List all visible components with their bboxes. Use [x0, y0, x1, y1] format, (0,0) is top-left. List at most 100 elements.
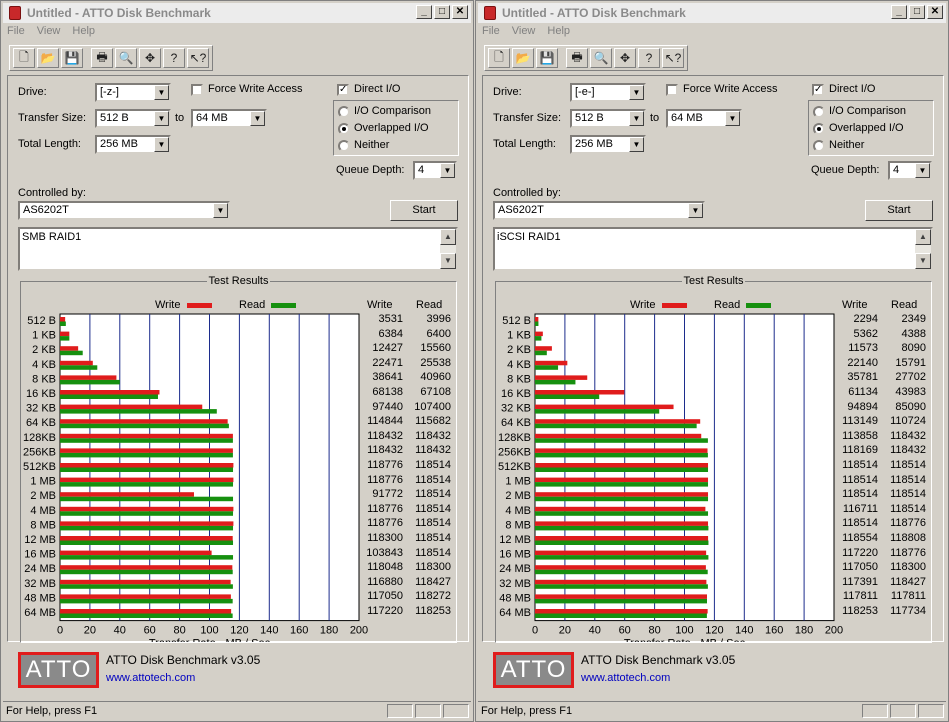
chevron-down-icon[interactable]: ▼ [250, 111, 265, 126]
x-tick-label: 80 [173, 625, 185, 637]
force-write-checkbox[interactable] [666, 84, 678, 96]
chevron-down-icon[interactable]: ▼ [154, 137, 169, 152]
chevron-down-icon[interactable]: ▼ [154, 111, 169, 126]
move-crosshair-icon[interactable]: ✥ [614, 48, 636, 68]
write-bar [60, 433, 233, 439]
transfer-to-select[interactable]: 64 MB ▼ [191, 109, 267, 128]
chevron-down-icon[interactable]: ▼ [629, 111, 644, 126]
scroll-down-icon[interactable]: ▼ [915, 253, 931, 269]
context-help-icon[interactable]: ↖? [662, 48, 684, 68]
controller-select[interactable]: AS6202T ▼ [18, 201, 230, 220]
chevron-down-icon[interactable]: ▼ [213, 203, 228, 218]
close-button[interactable]: ✕ [452, 5, 468, 19]
menu-help[interactable]: Help [547, 25, 570, 37]
total-length-select[interactable]: 256 MB ▼ [570, 135, 646, 154]
transfer-from-select[interactable]: 512 B ▼ [95, 109, 171, 128]
force-write-checkbox[interactable] [191, 84, 203, 96]
y-tick-label: 64 KB [26, 417, 56, 429]
move-crosshair-icon[interactable]: ✥ [139, 48, 161, 68]
atto-website-link[interactable]: www.attotech.com [106, 672, 195, 684]
new-file-icon[interactable]: 🗋 [488, 48, 510, 68]
printer-icon[interactable]: 🖶 [566, 48, 588, 68]
menu-view[interactable]: View [512, 25, 536, 37]
drive-select[interactable]: [-e-] ▼ [570, 83, 646, 102]
chevron-down-icon[interactable]: ▼ [725, 111, 740, 126]
read-value: 118514 [415, 502, 451, 515]
open-folder-icon[interactable]: 📂 [37, 48, 59, 68]
chevron-down-icon[interactable]: ▼ [688, 203, 703, 218]
write-bar [60, 492, 194, 497]
x-tick-label: 180 [795, 625, 813, 637]
menu-view[interactable]: View [37, 25, 61, 37]
description-textarea[interactable]: SMB RAID1 ▲ ▼ [18, 227, 458, 271]
chevron-down-icon[interactable]: ▼ [629, 137, 644, 152]
title-bar[interactable]: Untitled - ATTO Disk Benchmark _ □ ✕ [3, 3, 471, 23]
scroll-up-icon[interactable]: ▲ [915, 229, 931, 245]
drive-select[interactable]: [-z-] ▼ [95, 83, 171, 102]
io-comparison-radio[interactable] [813, 106, 825, 118]
transfer-from-select[interactable]: 512 B ▼ [570, 109, 646, 128]
close-button[interactable]: ✕ [927, 5, 943, 19]
read-bar [535, 365, 559, 370]
read-value: 85090 [895, 400, 926, 413]
menu-help[interactable]: Help [72, 25, 95, 37]
scroll-up-icon[interactable]: ▲ [440, 229, 456, 245]
save-disk-icon[interactable]: 💾 [61, 48, 83, 68]
y-tick-label: 512 B [502, 315, 531, 327]
start-button[interactable]: Start [865, 200, 933, 221]
chevron-down-icon[interactable]: ▼ [154, 85, 169, 100]
print-preview-icon[interactable]: 🔍 [115, 48, 137, 68]
description-textarea[interactable]: iSCSI RAID1 ▲ ▼ [493, 227, 933, 271]
title-bar[interactable]: Untitled - ATTO Disk Benchmark _ □ ✕ [478, 3, 946, 23]
chevron-down-icon[interactable]: ▼ [915, 163, 930, 178]
printer-icon[interactable]: 🖶 [91, 48, 113, 68]
help-question-icon[interactable]: ? [638, 48, 660, 68]
menu-file[interactable]: File [7, 25, 25, 37]
start-button[interactable]: Start [390, 200, 458, 221]
x-tick-label: 20 [559, 625, 571, 637]
total-length-select[interactable]: 256 MB ▼ [95, 135, 171, 154]
controller-select[interactable]: AS6202T ▼ [493, 201, 705, 220]
chevron-down-icon[interactable]: ▼ [629, 85, 644, 100]
queue-depth-select[interactable]: 4 ▼ [888, 161, 932, 180]
x-tick-label: 40 [114, 625, 126, 637]
scroll-down-icon[interactable]: ▼ [440, 253, 456, 269]
read-value: 118514 [890, 502, 926, 515]
read-bar [60, 555, 234, 560]
y-tick-label: 32 KB [26, 403, 56, 415]
overlapped-io-radio[interactable] [813, 123, 825, 135]
chevron-down-icon[interactable]: ▼ [440, 163, 455, 178]
maximize-button[interactable]: □ [909, 5, 925, 19]
menu-file[interactable]: File [482, 25, 500, 37]
read-value: 117811 [890, 590, 926, 603]
new-file-icon[interactable]: 🗋 [13, 48, 35, 68]
queue-depth-select[interactable]: 4 ▼ [413, 161, 457, 180]
read-bar [60, 496, 234, 502]
read-bar [535, 423, 697, 429]
overlapped-io-radio[interactable] [338, 123, 350, 135]
direct-io-checkbox[interactable]: ✓ [337, 84, 349, 96]
context-help-icon[interactable]: ↖? [187, 48, 209, 68]
neither-radio[interactable] [338, 140, 350, 152]
transfer-to-select[interactable]: 64 MB ▼ [666, 109, 742, 128]
minimize-button[interactable]: _ [416, 5, 432, 19]
to-label: to [175, 112, 185, 124]
description-scrollbar[interactable]: ▲ ▼ [440, 229, 456, 269]
x-tick-label: 140 [260, 625, 278, 637]
atto-website-link[interactable]: www.attotech.com [581, 672, 670, 684]
maximize-button[interactable]: □ [434, 5, 450, 19]
write-bar [60, 346, 79, 351]
direct-io-checkbox[interactable]: ✓ [812, 84, 824, 96]
minimize-button[interactable]: _ [891, 5, 907, 19]
neither-radio[interactable] [813, 140, 825, 152]
help-question-icon[interactable]: ? [163, 48, 185, 68]
write-bar [535, 536, 709, 541]
toolbar: 🗋 📂 💾 🖶 🔍 ✥ ? ↖? [9, 45, 213, 71]
save-disk-icon[interactable]: 💾 [536, 48, 558, 68]
open-folder-icon[interactable]: 📂 [512, 48, 534, 68]
write-bar [60, 419, 228, 424]
io-comparison-radio[interactable] [338, 106, 350, 118]
neither-label: Neither [829, 139, 865, 151]
print-preview-icon[interactable]: 🔍 [590, 48, 612, 68]
description-scrollbar[interactable]: ▲ ▼ [915, 229, 931, 269]
